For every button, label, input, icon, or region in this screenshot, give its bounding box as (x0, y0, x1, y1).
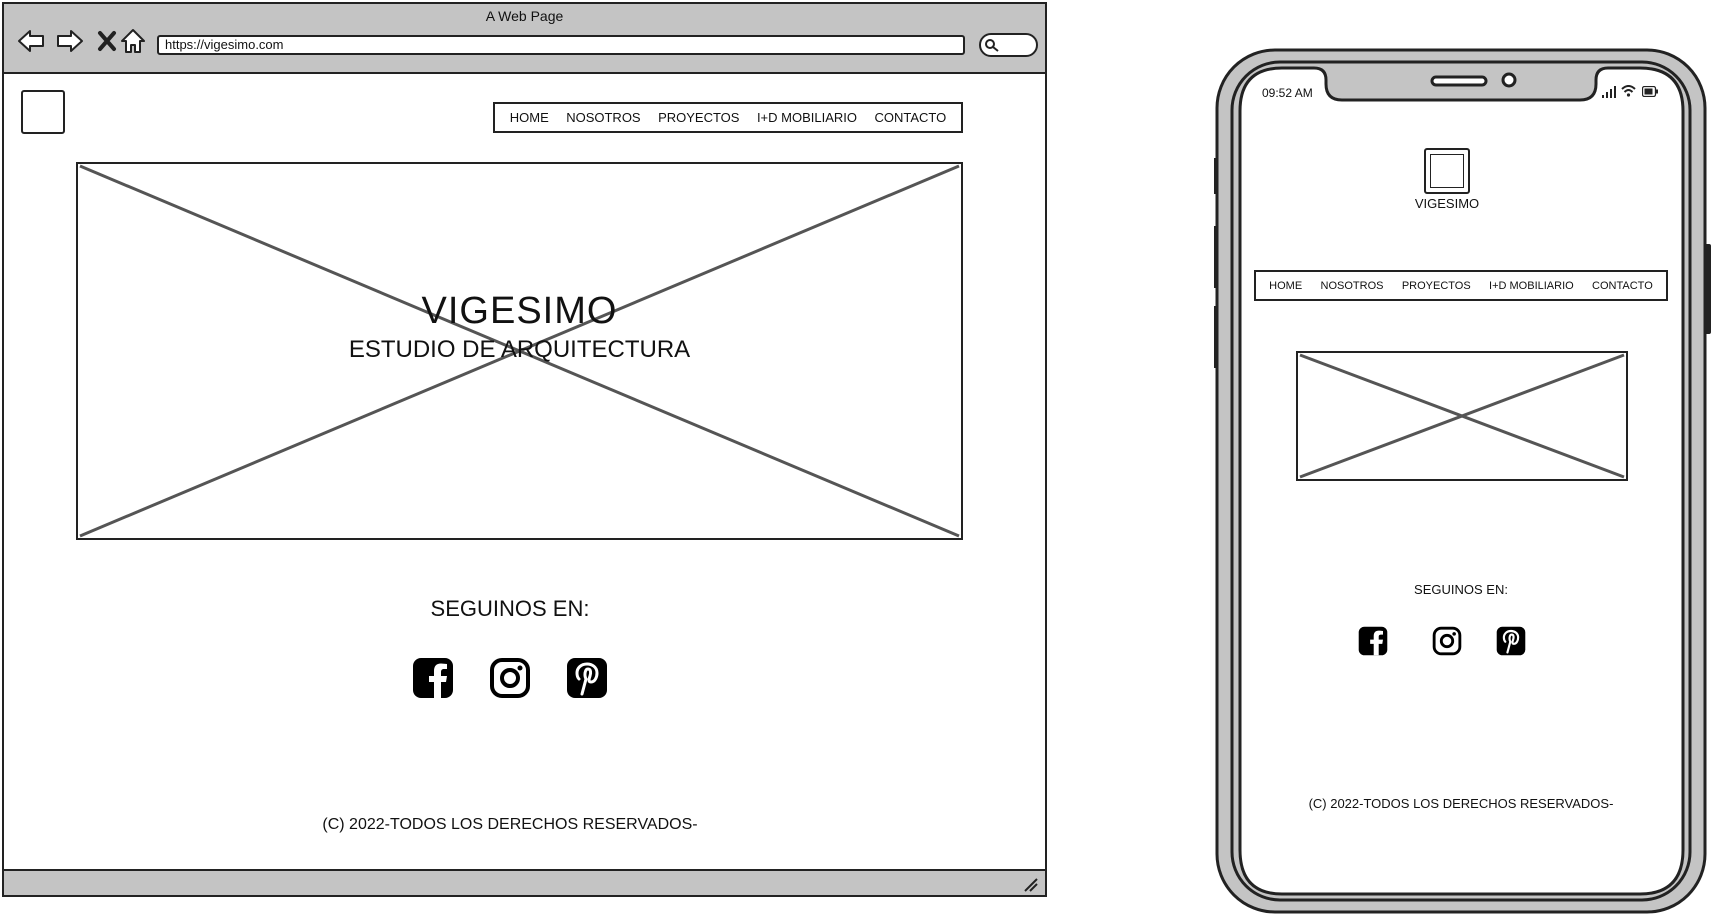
browser-toolbar: A Web Page https://vigesimo.com (4, 4, 1045, 74)
mobile-hero-image-placeholder (1296, 351, 1628, 481)
browser-window: A Web Page https://vigesimo.com HOME NOS… (2, 2, 1047, 897)
logo-inner-frame (1430, 154, 1464, 188)
mobile-nav-item-id-mobiliario[interactable]: I+D MOBILIARIO (1489, 280, 1574, 292)
facebook-icon[interactable] (412, 657, 454, 699)
mobile-footer-copyright: (C) 2022-TODOS LOS DERECHOS RESERVADOS- (1308, 796, 1614, 811)
back-arrow-icon[interactable] (16, 26, 46, 56)
mobile-logo-placeholder[interactable] (1424, 148, 1470, 194)
nav-item-home[interactable]: HOME (510, 110, 549, 125)
footer-copyright: (C) 2022-TODOS LOS DERECHOS RESERVADOS- (322, 816, 698, 833)
main-nav: HOME NOSOTROS PROYECTOS I+D MOBILIARIO C… (493, 102, 963, 133)
battery-icon (1642, 86, 1658, 97)
resize-handle-icon[interactable] (1021, 875, 1039, 893)
browser-statusbar (4, 869, 1045, 895)
pinterest-icon[interactable] (566, 657, 608, 699)
search-icon (985, 39, 999, 52)
mobile-brand-name: VIGESIMO (1414, 196, 1480, 211)
nav-item-contacto[interactable]: CONTACTO (874, 110, 946, 125)
mobile-pinterest-icon[interactable] (1496, 626, 1526, 656)
home-icon[interactable] (118, 26, 148, 56)
mobile-nav-item-home[interactable]: HOME (1269, 280, 1302, 292)
mobile-instagram-icon[interactable] (1432, 626, 1462, 656)
nav-item-proyectos[interactable]: PROYECTOS (658, 110, 739, 125)
browser-search-field[interactable] (979, 33, 1038, 57)
mobile-nav-item-contacto[interactable]: CONTACTO (1592, 280, 1653, 292)
mobile-facebook-icon[interactable] (1358, 626, 1388, 656)
status-bar-time: 09:52 AM (1262, 86, 1313, 100)
mobile-nav: HOME NOSOTROS PROYECTOS I+D MOBILIARIO C… (1254, 270, 1668, 301)
wifi-icon (1621, 85, 1636, 97)
url-field[interactable]: https://vigesimo.com (157, 35, 965, 55)
image-placeholder-icon (1299, 353, 1625, 479)
hero-title: VIGESIMO (421, 290, 618, 332)
hero-image-placeholder: VIGESIMO ESTUDIO DE ARQUITECTURA (76, 162, 963, 540)
mobile-nav-item-proyectos[interactable]: PROYECTOS (1402, 280, 1471, 292)
hero-subtitle: ESTUDIO DE ARQUITECTURA (348, 336, 691, 363)
logo-placeholder[interactable] (21, 90, 65, 134)
mobile-nav-item-nosotros[interactable]: NOSOTROS (1321, 280, 1384, 292)
nav-item-id-mobiliario[interactable]: I+D MOBILIARIO (757, 110, 857, 125)
browser-title: A Web Page (485, 8, 564, 24)
instagram-icon[interactable] (489, 657, 531, 699)
nav-item-nosotros[interactable]: NOSOTROS (566, 110, 640, 125)
mobile-social-heading: SEGUINOS EN: (1414, 582, 1508, 597)
signal-icon (1602, 86, 1616, 98)
forward-arrow-icon[interactable] (55, 26, 85, 56)
social-heading: SEGUINOS EN: (430, 596, 590, 621)
